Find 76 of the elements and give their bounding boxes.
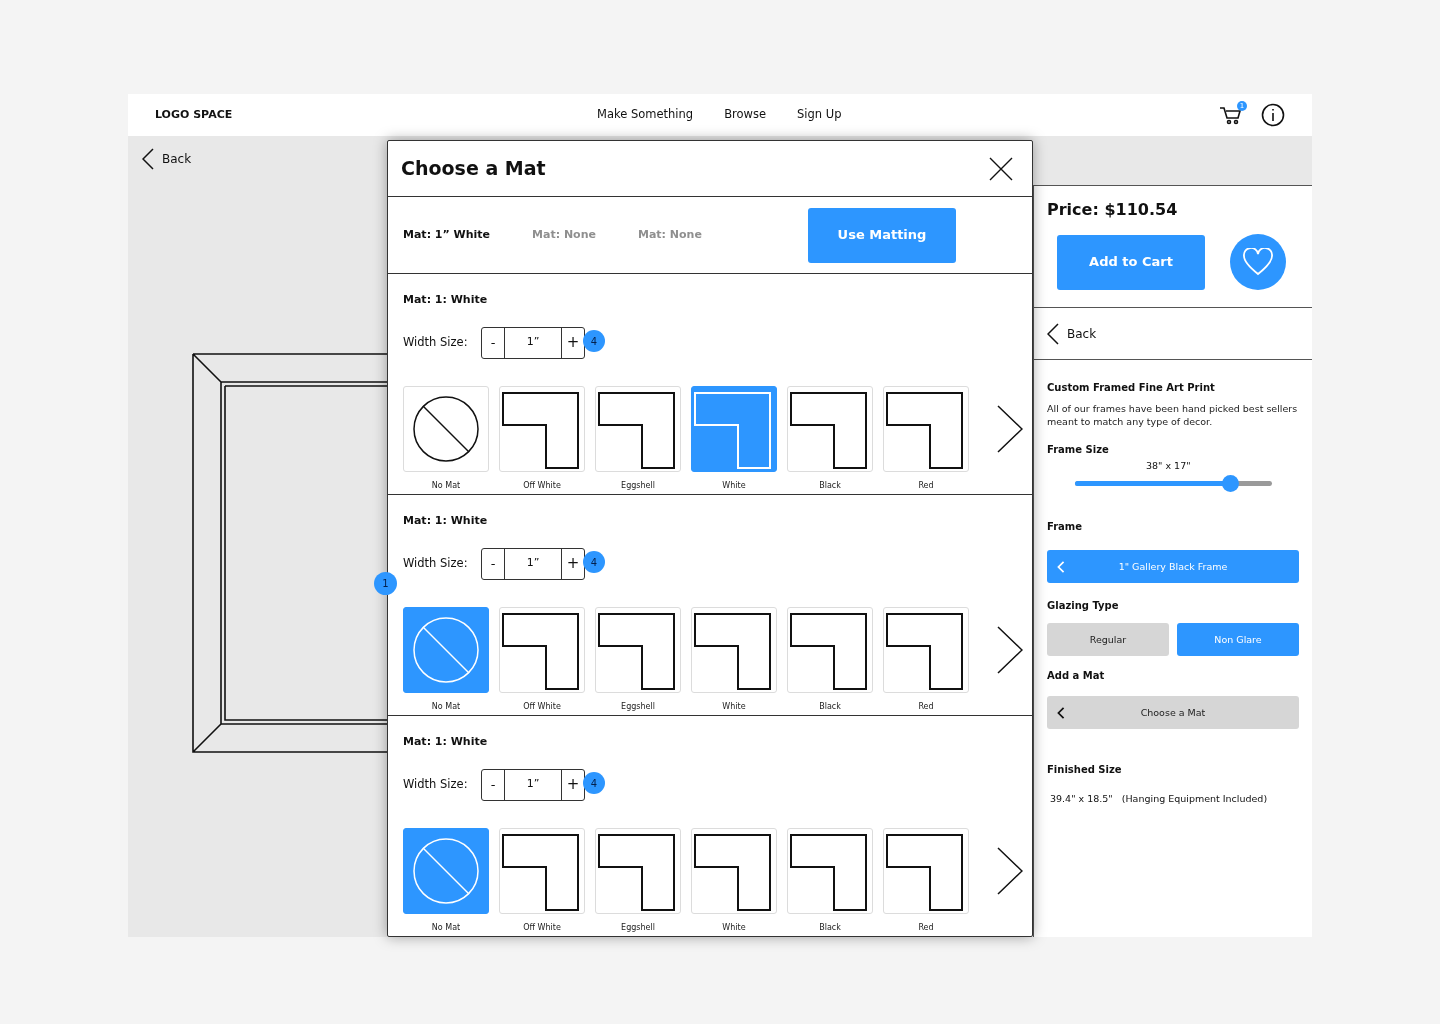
swatch-label: White [722,700,746,713]
width-stepper[interactable]: - 1” + [481,768,585,801]
width-value: 1” [525,555,541,572]
heart-icon [1242,248,1274,276]
swatch-label: Eggshell [621,921,655,934]
info-icon[interactable] [1261,103,1285,127]
width-value: 1” [525,334,541,351]
product-description: All of our frames have been hand picked best sellers meant to match any type of decor. [1047,402,1299,428]
nav-link[interactable]: Make Something [597,106,694,124]
cart-icon[interactable] [1219,105,1243,125]
chevron-right-icon [997,625,1023,674]
annotation-marker: 4 [583,551,605,573]
swatch-label: Eggshell [621,700,655,713]
width-stepper[interactable]: - 1” + [481,547,585,580]
swatch-label: Off White [523,479,561,492]
swatch-label: No Mat [431,700,461,713]
annotation-marker: 4 [583,330,605,352]
swatch-label: Red [918,700,934,713]
width-value: 1” [525,776,541,793]
swatch-label: White [722,479,746,492]
close-button[interactable] [989,156,1013,181]
choose-mat-button[interactable]: Choose a Mat [1047,696,1299,730]
finished-size-value: 39.4" x 18.5" (Hanging Equipment Included) [1050,792,1269,807]
next-button[interactable] [997,625,1023,674]
mat-swatch[interactable] [403,827,489,914]
glazing-option[interactable]: Regular [1047,623,1169,657]
close-icon [989,156,1013,181]
width-size-label: Width Size: [403,775,469,793]
swatch-label: Red [918,479,934,492]
width-stepper[interactable]: - 1” + [481,326,585,359]
chevron-left-icon [1047,322,1059,345]
section-label: Finished Size [1047,763,1123,778]
mat-section-title: Mat: 1: White [403,513,489,529]
annotation-marker: 4 [583,772,605,794]
mat-tab[interactable]: Mat: 1” White [403,226,491,244]
width-size-label: Width Size: [403,554,469,572]
dialog-title: Choose a Mat [401,156,546,182]
next-button[interactable] [997,846,1023,895]
section-label: Add a Mat [1047,669,1106,684]
frame-size-value: 38" x 17" [1146,459,1192,473]
swatch-label: White [722,921,746,934]
section-label: Frame [1047,520,1084,535]
chevron-left-icon [142,148,154,170]
favorite-button[interactable] [1230,234,1286,290]
swatch-label: Red [918,921,934,934]
swatch-label: No Mat [431,921,461,934]
back-link[interactable]: Back [1047,322,1097,345]
nav-link[interactable]: Browse [724,106,767,124]
slider-thumb[interactable] [1222,475,1240,493]
swatch-label: Eggshell [621,479,655,492]
logo[interactable]: LOGO SPACE [155,106,355,124]
chevron-right-icon [997,846,1023,895]
chevron-right-icon [997,404,1023,453]
chevron-left-icon [1057,706,1065,719]
swatch-label: Black [819,921,841,934]
mat-swatch[interactable] [403,606,489,693]
decrement-button[interactable]: - [482,769,505,800]
mat-section-title: Mat: 1: White [403,292,489,308]
decrement-button[interactable]: - [482,548,505,579]
product-title: Custom Framed Fine Art Print [1047,381,1216,395]
section-label: Frame Size [1047,443,1110,457]
swatch-label: No Mat [431,479,461,492]
section-label: Glazing Type [1047,599,1120,614]
next-button[interactable] [997,404,1023,453]
nav-link[interactable]: Sign Up [797,106,842,124]
swatch-label: Black [819,700,841,713]
back-link[interactable]: Back [142,148,192,170]
mat-swatch[interactable] [691,385,777,472]
swatch-label: Off White [523,700,561,713]
decrement-button[interactable]: - [482,327,505,358]
swatch-label: Black [819,479,841,492]
price: Price: $110.54 [1047,199,1179,221]
width-size-label: Width Size: [403,333,469,351]
swatch-label: Off White [523,921,561,934]
chevron-left-icon [1057,560,1065,573]
mat-section-title: Mat: 1: White [403,734,489,750]
